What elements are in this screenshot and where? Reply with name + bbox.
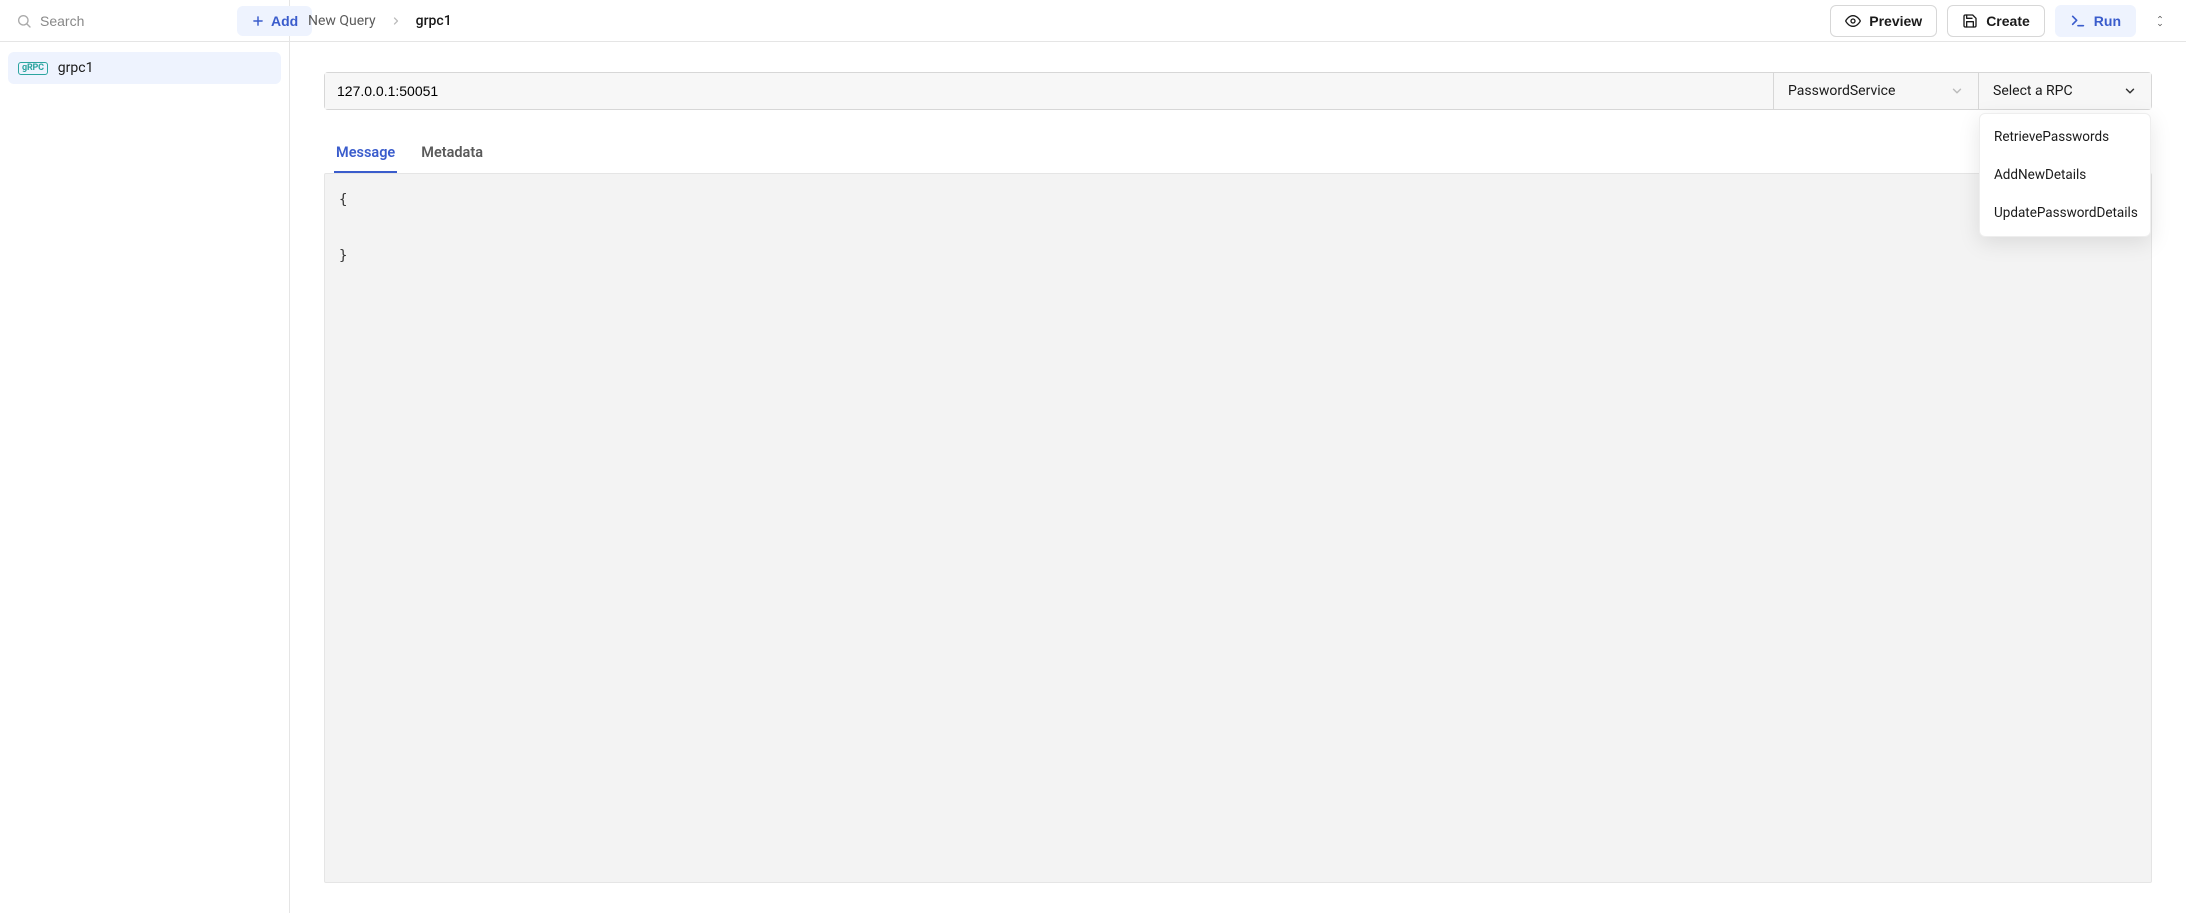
- save-icon: [1962, 13, 1978, 29]
- rpc-select[interactable]: Select a RPC RetrievePasswords AddNewDet…: [1979, 73, 2151, 109]
- chevron-right-icon: [390, 15, 402, 27]
- preview-button[interactable]: Preview: [1830, 5, 1937, 37]
- chevron-down-icon: [1950, 84, 1964, 98]
- tab-message[interactable]: Message: [334, 138, 397, 174]
- breadcrumb: New Query grpc1: [308, 13, 452, 29]
- rpc-option[interactable]: UpdatePasswordDetails: [1980, 194, 2150, 232]
- topbar-actions: Preview Create Run: [1830, 5, 2174, 37]
- run-label: Run: [2094, 13, 2121, 29]
- rpc-option[interactable]: RetrievePasswords: [1980, 118, 2150, 156]
- host-input[interactable]: [325, 73, 1774, 109]
- preview-label: Preview: [1869, 13, 1922, 29]
- eye-icon: [1845, 13, 1861, 29]
- rpc-dropdown: RetrievePasswords AddNewDetails UpdatePa…: [1979, 113, 2151, 237]
- service-select[interactable]: PasswordService: [1774, 73, 1979, 109]
- create-button[interactable]: Create: [1947, 5, 2045, 37]
- sidebar-top: Add: [0, 0, 289, 42]
- message-editor[interactable]: { }: [324, 173, 2152, 883]
- search-input[interactable]: [40, 13, 221, 29]
- more-menu-button[interactable]: [2146, 7, 2174, 35]
- breadcrumb-current: grpc1: [416, 13, 452, 29]
- connection-row: PasswordService Select a RPC RetrievePas…: [324, 72, 2152, 110]
- main: New Query grpc1 Preview Create Run: [290, 0, 2186, 913]
- plus-icon: [251, 14, 265, 28]
- sidebar-list: gRPC grpc1: [0, 42, 289, 94]
- sidebar-item-grpc1[interactable]: gRPC grpc1: [8, 52, 281, 84]
- search-icon: [16, 13, 32, 29]
- rpc-option[interactable]: AddNewDetails: [1980, 156, 2150, 194]
- chevron-up-icon: [2154, 14, 2166, 20]
- sidebar-item-label: grpc1: [58, 60, 94, 76]
- service-value: PasswordService: [1788, 83, 1895, 99]
- sidebar: Add gRPC grpc1: [0, 0, 290, 913]
- run-button[interactable]: Run: [2055, 5, 2136, 37]
- create-label: Create: [1986, 13, 2030, 29]
- rpc-placeholder: Select a RPC: [1993, 83, 2073, 99]
- chevron-down-icon: [2123, 84, 2137, 98]
- search-wrap[interactable]: [8, 7, 229, 35]
- terminal-icon: [2070, 13, 2086, 29]
- tab-metadata[interactable]: Metadata: [419, 138, 485, 174]
- breadcrumb-root[interactable]: New Query: [308, 13, 376, 29]
- content: PasswordService Select a RPC RetrievePas…: [290, 42, 2186, 913]
- topbar: New Query grpc1 Preview Create Run: [290, 0, 2186, 42]
- chevron-down-icon: [2154, 22, 2166, 28]
- grpc-badge-icon: gRPC: [18, 62, 48, 75]
- tabs: Message Metadata: [324, 138, 2152, 174]
